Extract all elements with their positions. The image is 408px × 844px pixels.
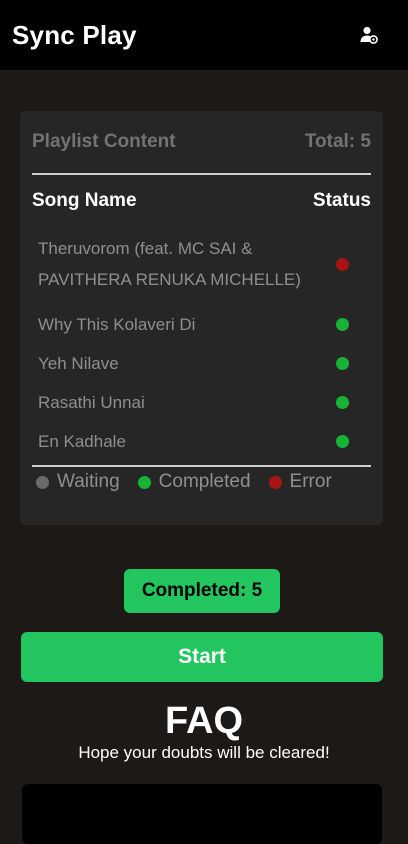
faq-title: FAQ bbox=[164, 700, 244, 742]
start-button[interactable]: Start bbox=[21, 632, 383, 682]
completed-count-badge: Completed: 5 bbox=[124, 569, 280, 613]
playlist-total: Total: 5 bbox=[304, 131, 371, 152]
playlist-header: Playlist Content Total: 5 bbox=[32, 111, 371, 175]
song-row: En Kadhale bbox=[32, 422, 371, 461]
legend-label: Waiting bbox=[57, 471, 120, 492]
playlist-heading: Playlist Content bbox=[32, 131, 176, 152]
status-legend: Waiting Completed Error bbox=[32, 467, 371, 497]
song-name: En Kadhale bbox=[38, 432, 126, 451]
playlist-columns: Song Name Status bbox=[32, 175, 371, 227]
legend-dot-waiting bbox=[36, 475, 49, 489]
status-dot-completed bbox=[336, 435, 349, 448]
column-status: Status bbox=[312, 190, 371, 211]
app-title: Sync Play bbox=[12, 19, 137, 50]
song-name: Rasathi Unnai bbox=[38, 393, 145, 412]
song-name: Why This Kolaveri Di bbox=[38, 315, 196, 334]
song-row: Yeh Nilave bbox=[32, 344, 371, 383]
user-settings-icon[interactable] bbox=[358, 24, 380, 46]
legend-item-error: Error bbox=[268, 471, 332, 493]
column-song-name: Song Name bbox=[32, 190, 137, 211]
song-row: Theruvorom (feat. MC SAI & PAVITHERA REN… bbox=[32, 227, 371, 305]
song-name: Theruvorom (feat. MC SAI & PAVITHERA REN… bbox=[38, 239, 301, 289]
legend-dot-completed bbox=[137, 475, 151, 489]
song-row: Rasathi Unnai bbox=[32, 383, 371, 422]
faq-panel bbox=[22, 784, 382, 844]
status-dot-completed bbox=[336, 318, 349, 331]
status-dot-completed bbox=[336, 396, 349, 409]
legend-label: Completed bbox=[158, 471, 251, 492]
status-dot-completed bbox=[336, 357, 349, 370]
legend-label: Error bbox=[289, 471, 332, 492]
faq-subtitle: Hope your doubts will be cleared! bbox=[78, 743, 330, 762]
legend-item-completed: Completed bbox=[137, 471, 251, 493]
song-row: Why This Kolaveri Di bbox=[32, 305, 371, 344]
playlist-card: Playlist Content Total: 5 Song Name Stat… bbox=[20, 111, 383, 525]
legend-item-waiting: Waiting bbox=[36, 471, 120, 493]
status-dot-error bbox=[336, 257, 349, 271]
app-bar: Sync Play bbox=[0, 0, 408, 70]
legend-dot-error bbox=[268, 475, 282, 489]
song-name: Yeh Nilave bbox=[38, 354, 119, 373]
song-list: Theruvorom (feat. MC SAI & PAVITHERA REN… bbox=[32, 227, 371, 461]
